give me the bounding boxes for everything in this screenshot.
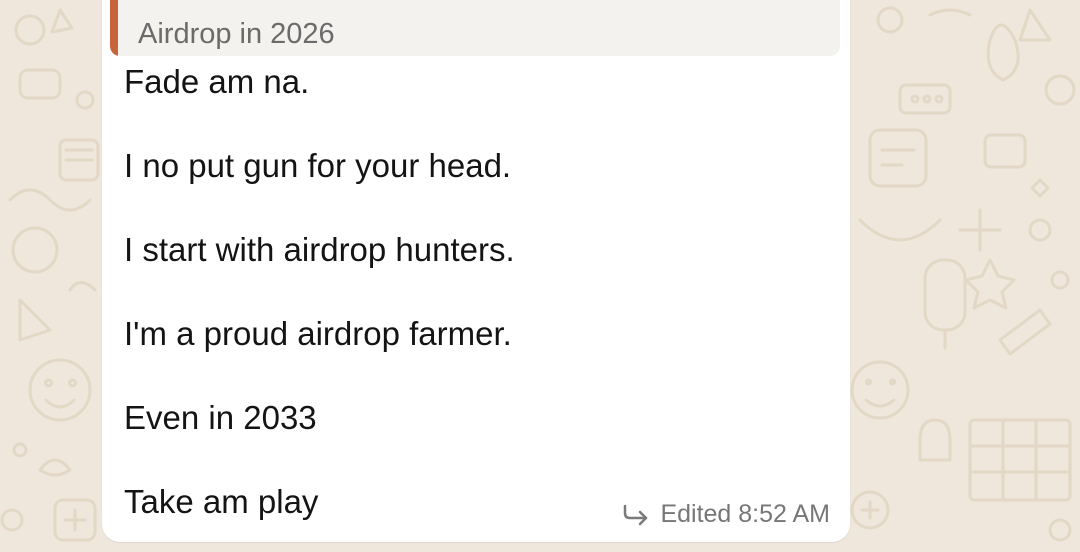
message-line: Take am play xyxy=(124,483,319,520)
edited-timestamp: Edited 8:52 AM xyxy=(660,500,830,528)
message-line: Fade am na. xyxy=(124,63,310,100)
quote-accent-bar xyxy=(110,0,118,56)
message-bubble[interactable]: Airdrop in 2026 Fade am na. I no put gun… xyxy=(102,0,850,542)
message-line: I'm a proud airdrop farmer. xyxy=(124,315,512,352)
forward-icon[interactable] xyxy=(622,504,650,526)
message-line: I start with airdrop hunters. xyxy=(124,231,515,268)
message-line: I no put gun for your head. xyxy=(124,147,512,184)
message-line: Even in 2033 xyxy=(124,399,317,436)
quoted-message[interactable]: Airdrop in 2026 xyxy=(110,0,840,56)
message-meta: Edited 8:52 AM xyxy=(622,500,830,529)
quoted-message-text: Airdrop in 2026 xyxy=(138,18,335,50)
